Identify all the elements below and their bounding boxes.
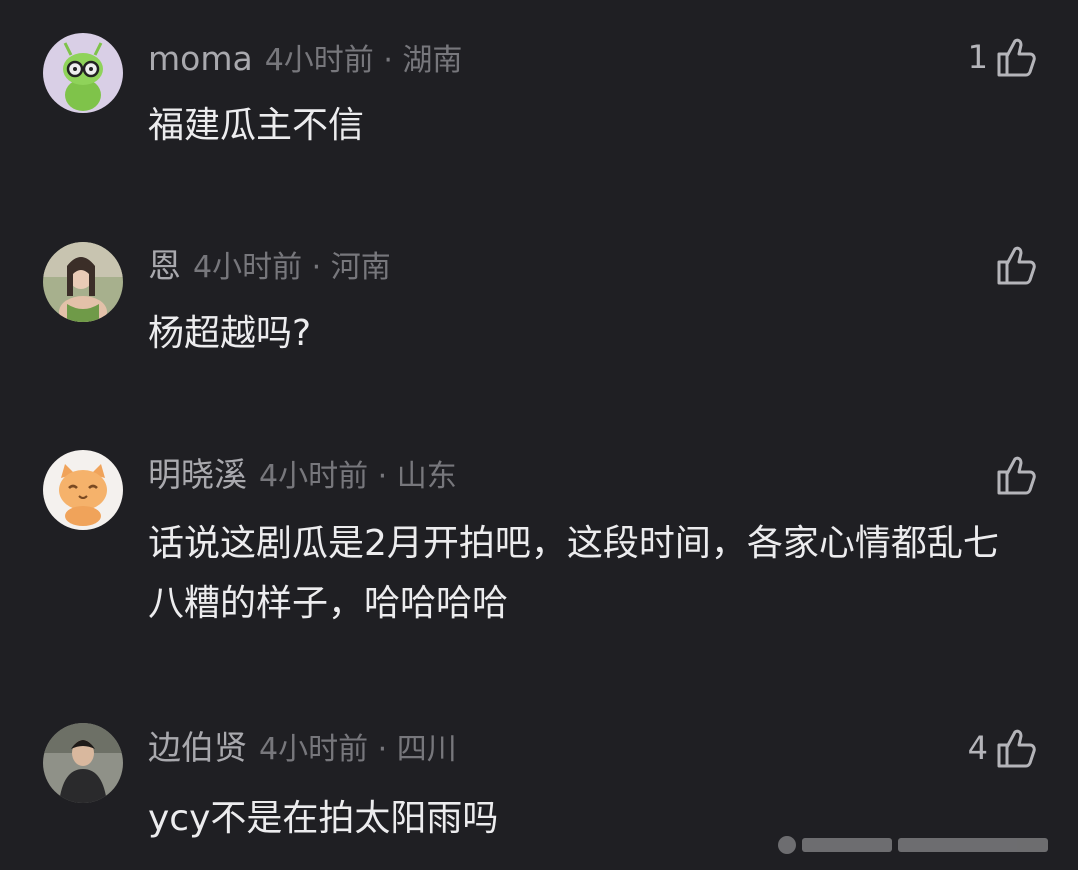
- time-location: 4小时前 · 湖南: [264, 43, 463, 78]
- like-count: 4: [967, 729, 988, 767]
- time-location: 4小时前 · 河南: [193, 250, 391, 285]
- comment-meta: 明晓溪 4小时前 · 山东: [148, 453, 457, 497]
- avatar[interactable]: [43, 723, 123, 803]
- username[interactable]: 边伯贤: [148, 728, 247, 767]
- photo-avatar-icon: [43, 723, 123, 803]
- like-button[interactable]: [988, 450, 1040, 500]
- comment-text: 话说这剧瓜是2月开拍吧，这段时间，各家心情都乱七八糟的样子，哈哈哈哈: [148, 523, 999, 624]
- like-button[interactable]: 4: [968, 723, 1040, 773]
- comment-text: 福建瓜主不信: [148, 105, 365, 146]
- comment-meta: 边伯贤 4小时前 · 四川: [148, 726, 457, 770]
- comment-text: 杨超越吗?: [148, 313, 312, 354]
- cat-avatar-icon: [43, 450, 123, 530]
- avatar[interactable]: [43, 242, 123, 322]
- username[interactable]: 明晓溪: [148, 455, 247, 494]
- time-location: 4小时前 · 四川: [259, 732, 457, 767]
- comment-meta: 恩 4小时前 · 河南: [148, 244, 391, 288]
- watermark-logo-icon: [778, 836, 796, 854]
- username[interactable]: 恩: [148, 246, 181, 285]
- robot-avatar-icon: [43, 33, 123, 113]
- thumbs-up-icon: [997, 456, 1036, 495]
- like-button[interactable]: [988, 240, 1040, 290]
- watermark: [778, 832, 1068, 858]
- photo-avatar-icon: [43, 242, 123, 322]
- avatar[interactable]: [43, 450, 123, 530]
- avatar[interactable]: [43, 33, 123, 113]
- thumbs-up-icon: [997, 246, 1036, 285]
- comment-meta: moma 4小时前 · 湖南: [148, 37, 462, 81]
- username[interactable]: moma: [148, 39, 253, 78]
- thumbs-up-icon: [997, 729, 1036, 768]
- time-location: 4小时前 · 山东: [259, 459, 457, 494]
- like-count: 1: [967, 38, 988, 76]
- watermark-bar: [898, 838, 1048, 852]
- watermark-bar: [802, 838, 892, 852]
- like-button[interactable]: 1: [968, 32, 1040, 82]
- thumbs-up-icon: [997, 38, 1036, 77]
